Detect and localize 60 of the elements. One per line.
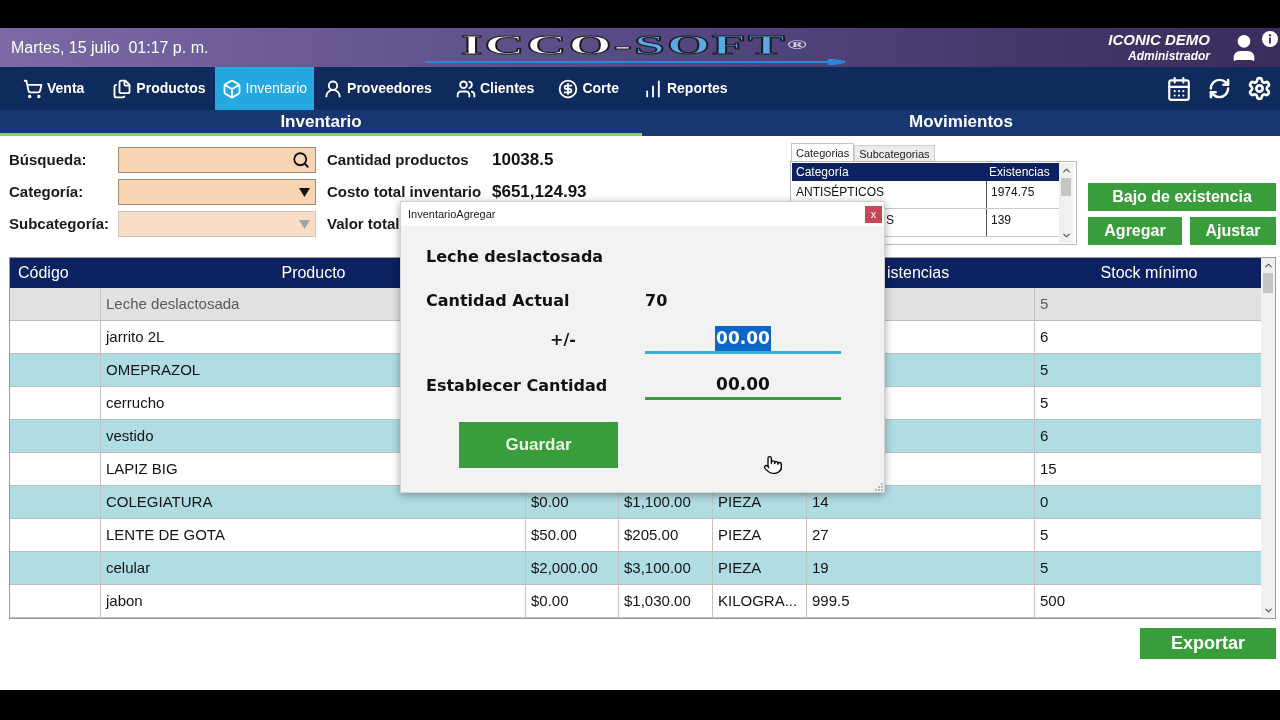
stat-value: 10038.5 bbox=[492, 149, 554, 172]
field-value: 70 bbox=[645, 290, 668, 312]
product-name: Leche deslactosada bbox=[426, 246, 604, 268]
table-cell-text: $0.00 bbox=[531, 590, 569, 611]
table-cell-text: vestido bbox=[106, 425, 154, 446]
date-time: Martes, 15 julio 01:17 p. m. bbox=[11, 37, 209, 58]
table-cell-text: KILOGRA... bbox=[718, 590, 798, 611]
table-cell-text: PIEZA bbox=[718, 524, 762, 545]
table-cell-text: celular bbox=[106, 557, 151, 578]
table-cell-text: $50.00 bbox=[531, 524, 577, 545]
stat-label: Costo total inventario bbox=[327, 181, 482, 202]
table-cell: 1974.75 bbox=[991, 185, 1035, 199]
table-cell-text: 5 bbox=[1040, 392, 1049, 413]
field-label: Establecer Cantidad bbox=[426, 375, 608, 397]
table-cell-text: 5 bbox=[1040, 359, 1049, 380]
table-cell-text: 500 bbox=[1040, 590, 1066, 611]
table-cell-text: 999.5 bbox=[812, 590, 850, 611]
table-cell-text: Leche deslactosada bbox=[106, 293, 240, 314]
table-cell-text: 15 bbox=[1040, 458, 1057, 479]
table-cell-text: PIEZA bbox=[718, 557, 762, 578]
field-label: +/- bbox=[550, 329, 576, 351]
table-cell-text: $2,000.00 bbox=[531, 557, 598, 578]
user-role: Administrador bbox=[1128, 49, 1210, 64]
stat-label: Cantidad productos bbox=[327, 149, 469, 170]
table-cell-text: 19 bbox=[812, 557, 829, 578]
table-cell-text: jarrito 2L bbox=[106, 326, 165, 347]
table-cell-text: 6 bbox=[1040, 326, 1049, 347]
table-cell: ANTISÉPTICOS bbox=[796, 185, 884, 199]
field-label: Categoría: bbox=[9, 181, 84, 202]
table-cell-text: $0.00 bbox=[531, 491, 569, 512]
table-cell-text: 27 bbox=[812, 524, 829, 545]
table-cell: 139 bbox=[991, 213, 1012, 227]
stat-value: $651,124.93 bbox=[492, 181, 587, 204]
table-cell-text: 5 bbox=[1040, 557, 1049, 578]
column-header: Existencias bbox=[989, 164, 1050, 181]
table-cell-text: LENTE DE GOTA bbox=[106, 524, 225, 545]
field-label: Subcategoría: bbox=[9, 213, 110, 234]
table-cell-text: 0 bbox=[1040, 491, 1049, 512]
table-cell-text: $1,030.00 bbox=[624, 590, 691, 611]
field-label: Búsqueda: bbox=[9, 149, 87, 170]
table-cell-text: 5 bbox=[1040, 524, 1049, 545]
table-cell-text: PIEZA bbox=[718, 491, 762, 512]
field-label: Cantidad Actual bbox=[426, 290, 570, 312]
table-cell-text: LAPIZ BIG bbox=[106, 458, 178, 479]
table-cell-text: $205.00 bbox=[624, 524, 679, 545]
stat-label: Valor total bbox=[327, 213, 400, 234]
table-cell: S bbox=[886, 213, 894, 227]
table-cell-text: COLEGIATURA bbox=[106, 491, 213, 512]
table-cell-text: $3,100.00 bbox=[624, 557, 691, 578]
table-cell-text: jabon bbox=[106, 590, 143, 611]
user-name: ICONIC DEMO bbox=[1108, 31, 1210, 49]
table-cell-text: 5 bbox=[1040, 293, 1049, 314]
table-cell-text: cerrucho bbox=[106, 392, 165, 413]
logo-text: ICCO-SOFT® bbox=[461, 30, 809, 59]
table-cell-text: $1,100.00 bbox=[624, 491, 691, 512]
dialog-title: InventarioAgregar bbox=[408, 206, 496, 222]
table-cell-text: OMEPRAZOL bbox=[106, 359, 201, 380]
table-cell-text: 14 bbox=[812, 491, 829, 512]
table-cell-text: 6 bbox=[1040, 425, 1049, 446]
column-header: Categoría bbox=[796, 164, 849, 181]
